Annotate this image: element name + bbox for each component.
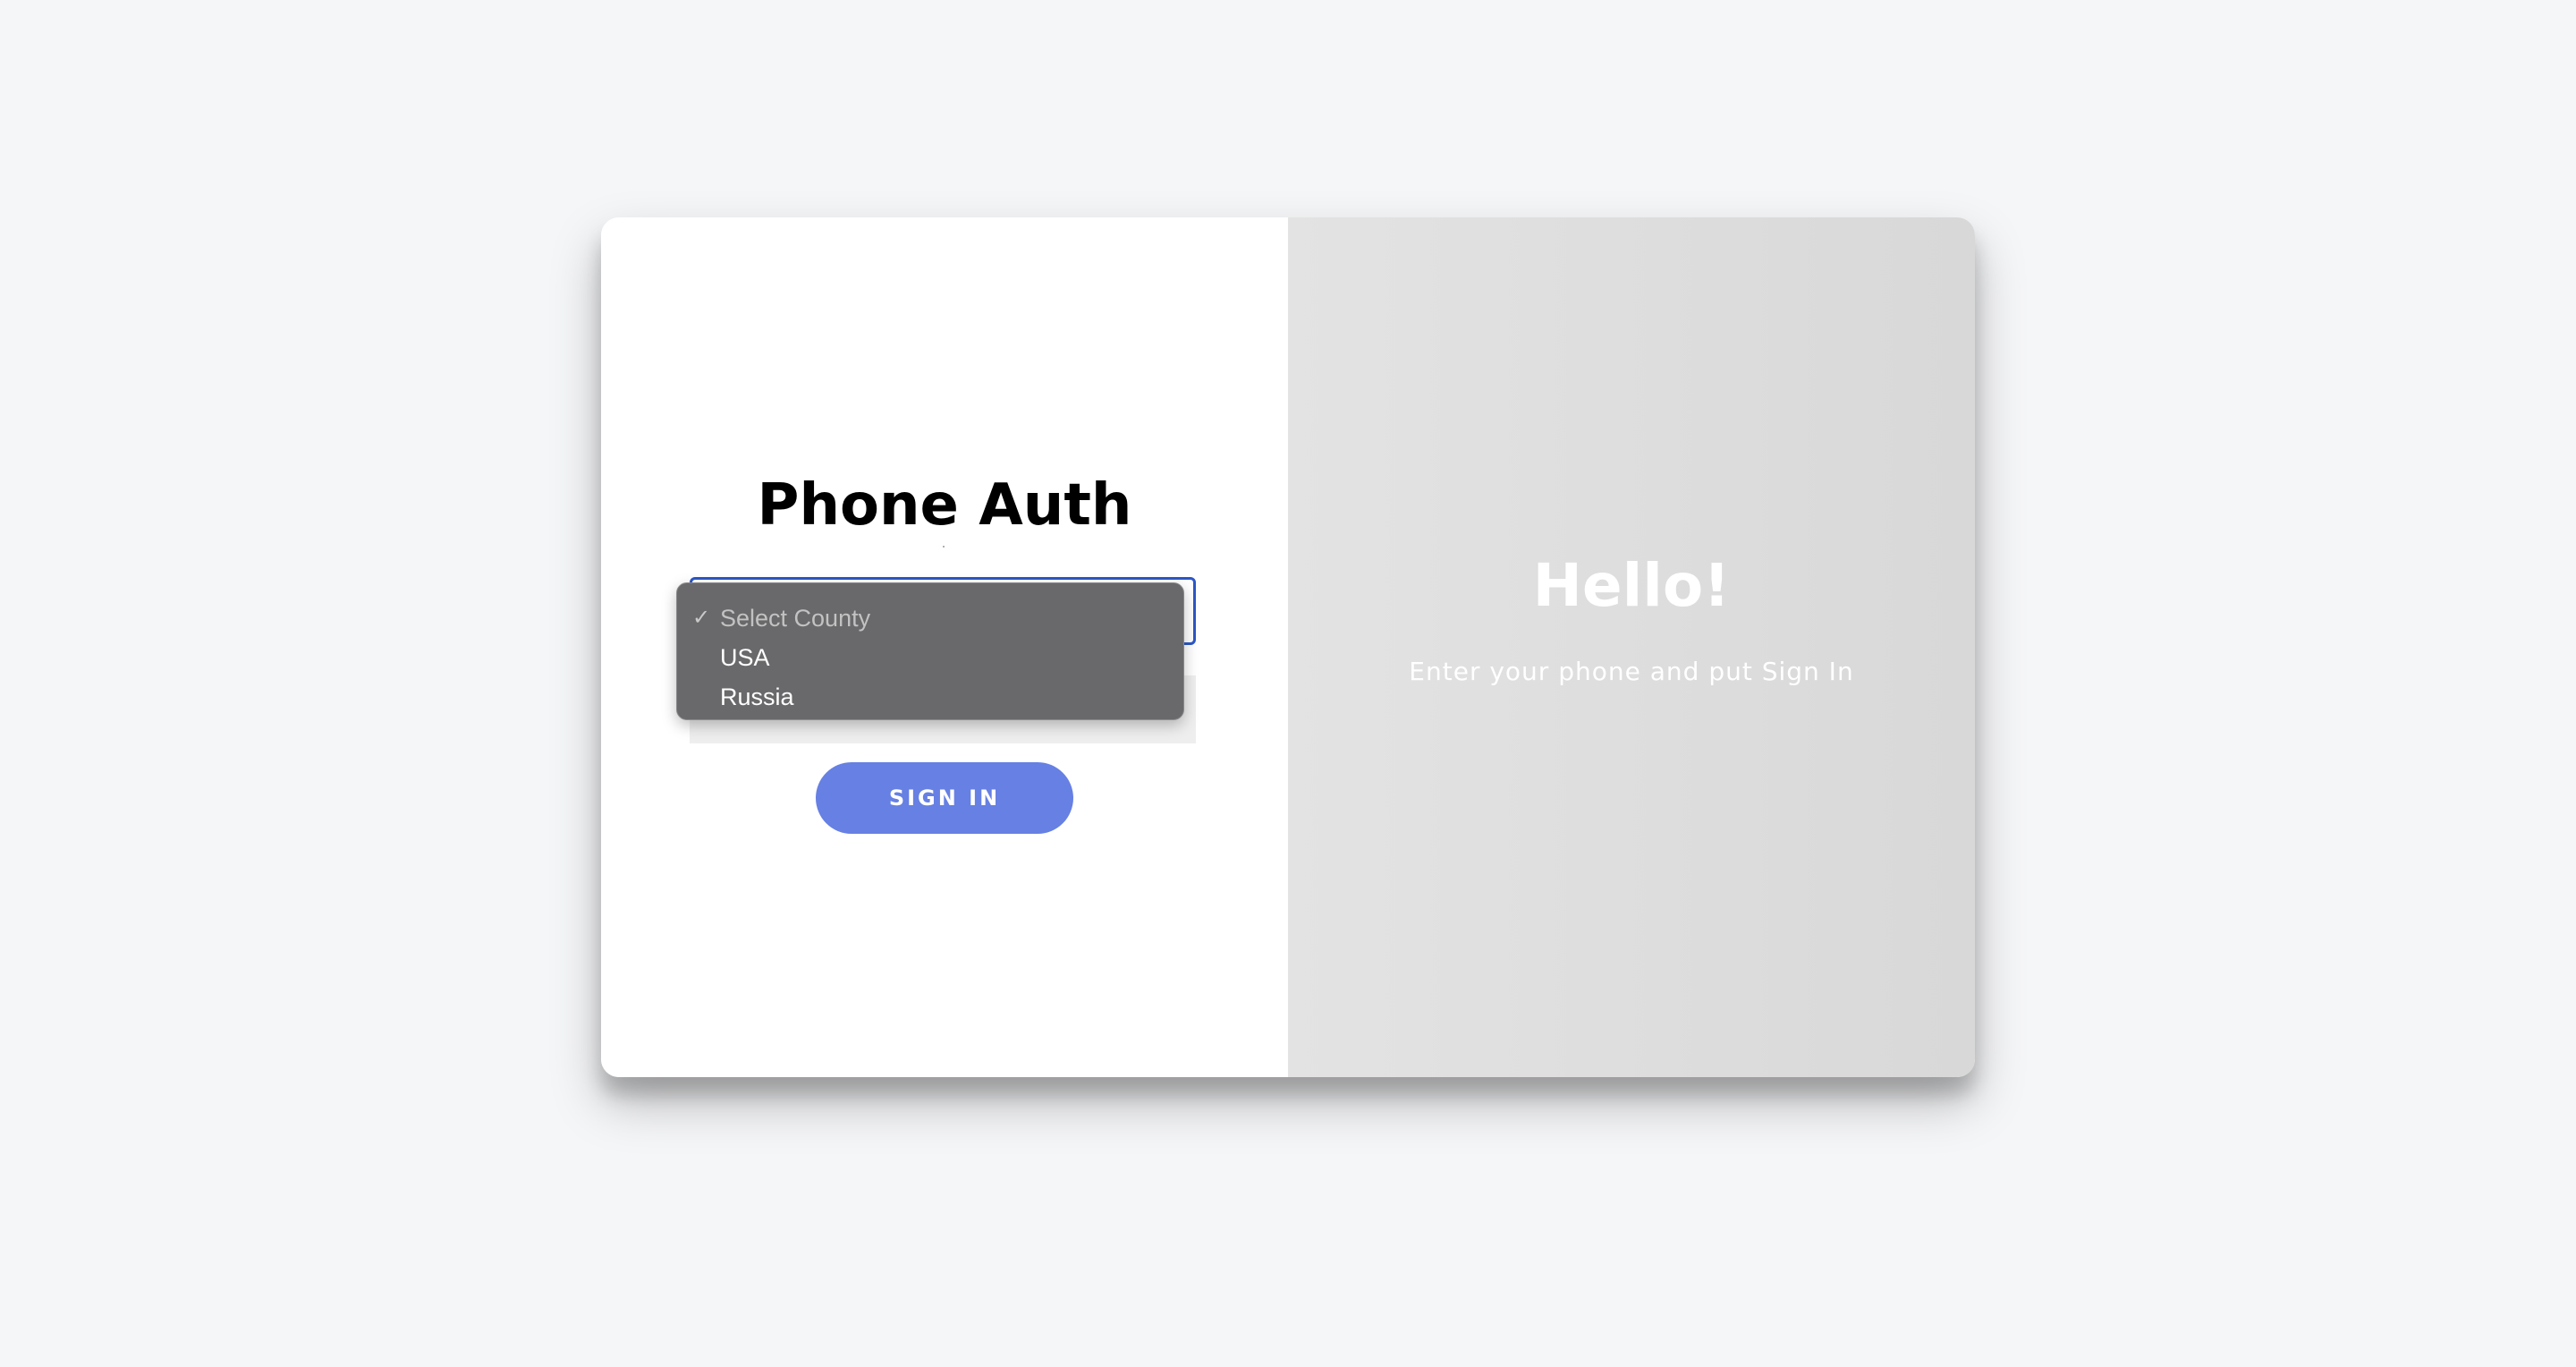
auth-card: Phone Auth SIGN IN ✓ Select County USA R… (601, 217, 1975, 1077)
option-label: USA (720, 644, 770, 671)
dropdown-option-placeholder[interactable]: ✓ Select County (677, 599, 1183, 638)
welcome-panel: Hello! Enter your phone and put Sign In (1288, 217, 1975, 1077)
page-title: Phone Auth (757, 472, 1132, 539)
dropdown-option-usa[interactable]: USA (677, 638, 1183, 677)
welcome-heading: Hello! (1532, 551, 1731, 620)
sign-in-button[interactable]: SIGN IN (816, 762, 1073, 834)
sign-in-panel: Phone Auth SIGN IN ✓ Select County USA R… (601, 217, 1288, 1077)
option-label: Select County (720, 605, 871, 632)
option-label: Russia (720, 684, 794, 710)
welcome-subtitle: Enter your phone and put Sign In (1409, 657, 1854, 686)
check-icon: ✓ (692, 606, 711, 630)
country-dropdown-menu[interactable]: ✓ Select County USA Russia (676, 582, 1184, 720)
dropdown-option-russia[interactable]: Russia (677, 677, 1183, 717)
divider-dot (943, 546, 945, 548)
